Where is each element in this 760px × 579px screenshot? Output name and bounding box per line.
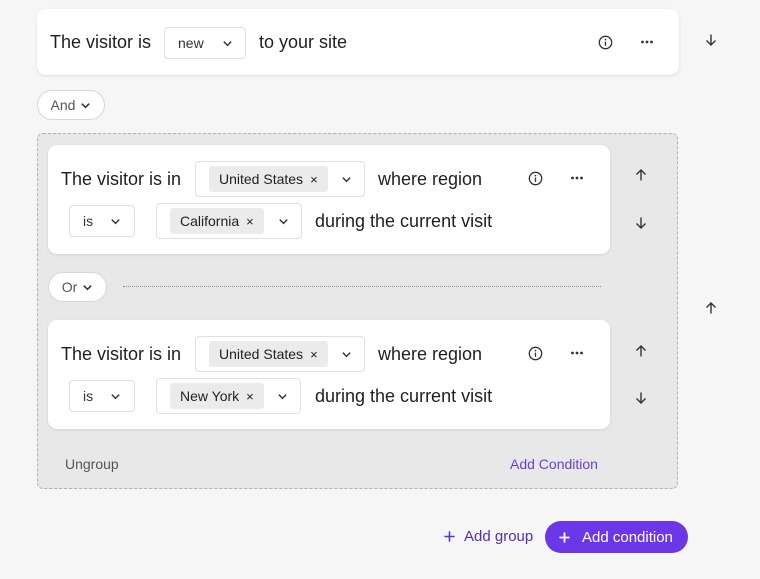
condition-middle: where region [378, 169, 483, 189]
region-chip: New York × [170, 383, 264, 409]
move-up-icon[interactable] [632, 166, 650, 184]
chevron-down-icon [278, 393, 287, 399]
chevron-down-icon [111, 393, 120, 399]
country-chip-label: United States [219, 346, 304, 362]
condition-middle: where region [378, 344, 483, 364]
operator-select[interactable]: is [69, 380, 135, 412]
top-rule-prefix: The visitor is [50, 32, 152, 52]
remove-icon[interactable]: × [246, 214, 254, 229]
region-select[interactable]: California × [156, 203, 302, 239]
country-chip: United States × [209, 341, 328, 367]
group-add-condition-link[interactable]: Add Condition [510, 456, 598, 472]
chevron-down-icon [342, 176, 351, 182]
or-divider [123, 286, 601, 287]
country-select[interactable]: United States × [195, 161, 365, 197]
chevron-down-icon [81, 102, 91, 108]
move-down-icon[interactable] [702, 31, 720, 49]
add-group-button[interactable]: Add group [443, 528, 533, 545]
remove-icon[interactable]: × [246, 389, 254, 404]
move-down-icon[interactable] [632, 389, 650, 407]
operator-value: is [83, 388, 94, 404]
group-move-up-icon[interactable] [702, 299, 720, 317]
operator-value: is [83, 213, 94, 229]
chevron-down-icon [111, 218, 120, 224]
info-icon[interactable] [596, 33, 614, 51]
remove-icon[interactable]: × [310, 347, 318, 362]
or-operator-button[interactable]: Or [48, 272, 107, 302]
add-condition-label: Add condition [582, 528, 673, 546]
chevron-down-icon [83, 284, 92, 290]
chevron-down-icon [342, 351, 351, 357]
info-icon[interactable] [526, 169, 544, 187]
plus-icon [559, 531, 570, 543]
and-operator-label: And [50, 97, 76, 113]
info-icon[interactable] [526, 344, 544, 362]
region-chip: California × [170, 208, 264, 234]
operator-select[interactable]: is [69, 205, 135, 237]
more-options-icon[interactable] [568, 169, 586, 187]
top-rule-suffix: to your site [259, 32, 348, 52]
region-chip-label: New York [180, 388, 240, 404]
move-down-icon[interactable] [632, 214, 650, 232]
ungroup-button[interactable]: Ungroup [65, 456, 119, 472]
region-chip-label: California [180, 213, 240, 229]
condition-prefix: The visitor is in [61, 344, 182, 364]
more-options-icon[interactable] [568, 344, 586, 362]
chevron-down-icon [279, 218, 288, 224]
condition-suffix: during the current visit [315, 211, 493, 231]
more-options-icon[interactable] [638, 33, 656, 51]
region-select[interactable]: New York × [156, 378, 301, 414]
condition-suffix: during the current visit [315, 386, 493, 406]
country-chip: United States × [209, 166, 328, 192]
top-rule-card: The visitor is new to your site [37, 9, 679, 75]
or-operator-label: Or [61, 279, 78, 295]
condition-card: The visitor is in United States × where … [48, 145, 610, 254]
move-up-icon[interactable] [632, 342, 650, 360]
condition-card: The visitor is in United States × where … [48, 320, 610, 429]
remove-icon[interactable]: × [310, 172, 318, 187]
plus-icon [444, 531, 455, 542]
country-chip-label: United States [219, 171, 304, 187]
condition-prefix: The visitor is in [61, 169, 182, 189]
country-select[interactable]: United States × [195, 336, 365, 372]
visitor-type-value: new [178, 35, 204, 51]
visitor-type-select[interactable]: new [164, 27, 246, 59]
and-operator-button[interactable]: And [37, 90, 105, 120]
add-group-label: Add group [464, 528, 534, 545]
add-condition-button[interactable]: Add condition [545, 521, 688, 553]
chevron-down-icon [223, 40, 232, 46]
